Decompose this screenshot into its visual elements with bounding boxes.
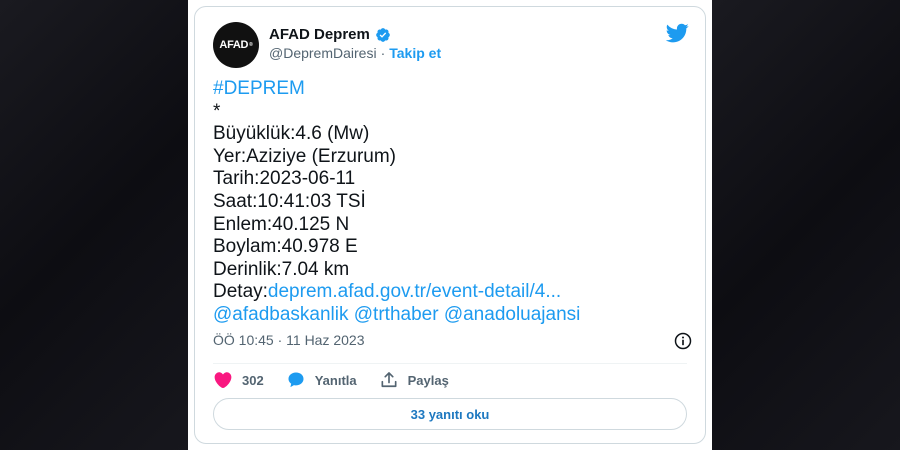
follow-button[interactable]: Takip et: [389, 45, 441, 61]
like-button[interactable]: 302: [213, 370, 264, 390]
tweet-meta-row: ÖÖ 10:45 · 11 Haz 2023: [213, 331, 693, 351]
like-count: 302: [242, 372, 264, 388]
share-label: Paylaş: [407, 372, 449, 388]
read-replies-label: 33 yanıtı oku: [410, 406, 490, 422]
mention-link[interactable]: @trthaber: [354, 304, 439, 325]
reply-label: Yanıtla: [314, 372, 357, 388]
magnitude-line: Büyüklük:4.6 (Mw): [213, 123, 370, 145]
info-icon[interactable]: [673, 331, 693, 351]
author-handle-row: @DepremDairesi · Takip et: [269, 45, 441, 61]
reply-button[interactable]: Yanıtla: [286, 370, 357, 390]
mention-link[interactable]: @anadoluajansi: [444, 304, 581, 325]
reply-bubble-icon: [288, 372, 304, 388]
tweet-embed-frame: AFAD ® AFAD Deprem @DepremDairesi · Takip…: [188, 0, 712, 450]
author-handle[interactable]: @DepremDairesi: [269, 45, 377, 61]
divider: [213, 363, 687, 364]
background-left: [0, 0, 190, 450]
hashtag-link[interactable]: #DEPREM: [213, 78, 693, 101]
tweet-actions: 302 Yanıtla Paylaş: [213, 370, 471, 390]
date-line: Tarih:2023-06-11: [213, 168, 356, 190]
time-line: Saat:10:41:03 TSİ: [213, 190, 366, 212]
tweet-timestamp[interactable]: ÖÖ 10:45 · 11 Haz 2023: [213, 332, 365, 348]
background-right: [710, 0, 900, 450]
mention-link[interactable]: @afadbaskanlik: [213, 304, 348, 325]
avatar[interactable]: AFAD ®: [213, 22, 259, 68]
share-icon: [381, 372, 397, 388]
star-line: *: [213, 100, 221, 122]
detail-line: Detay:deprem.afad.gov.tr/event-detail/4.…: [213, 281, 693, 304]
tweet-card: AFAD ® AFAD Deprem @DepremDairesi · Takip…: [194, 6, 706, 444]
registered-mark: ®: [249, 42, 253, 48]
twitter-bird-icon[interactable]: [665, 21, 689, 45]
share-button[interactable]: Paylaş: [379, 370, 449, 390]
heart-icon: [214, 372, 232, 389]
separator-dot: ·: [380, 45, 386, 61]
avatar-text: AFAD: [219, 39, 249, 51]
mentions-line: @afadbaskanlik @trthaber @anadoluajansi: [213, 304, 693, 327]
verified-badge-icon: [376, 27, 390, 42]
depth-line: Derinlik:7.04 km: [213, 258, 350, 280]
read-replies-button[interactable]: 33 yanıtı oku: [213, 398, 687, 430]
longitude-line: Boylam:40.978 E: [213, 236, 358, 258]
detail-label: Detay:: [213, 281, 268, 303]
location-line: Yer:Aziziye (Erzurum): [213, 145, 397, 167]
author-name-row: AFAD Deprem: [269, 26, 391, 43]
detail-link[interactable]: deprem.afad.gov.tr/event-detail/4...: [268, 281, 561, 302]
tweet-text: #DEPREM * Büyüklük:4.6 (Mw) Yer:Aziziye …: [213, 78, 693, 327]
latitude-line: Enlem:40.125 N: [213, 213, 350, 235]
author-name[interactable]: AFAD Deprem: [269, 26, 370, 43]
